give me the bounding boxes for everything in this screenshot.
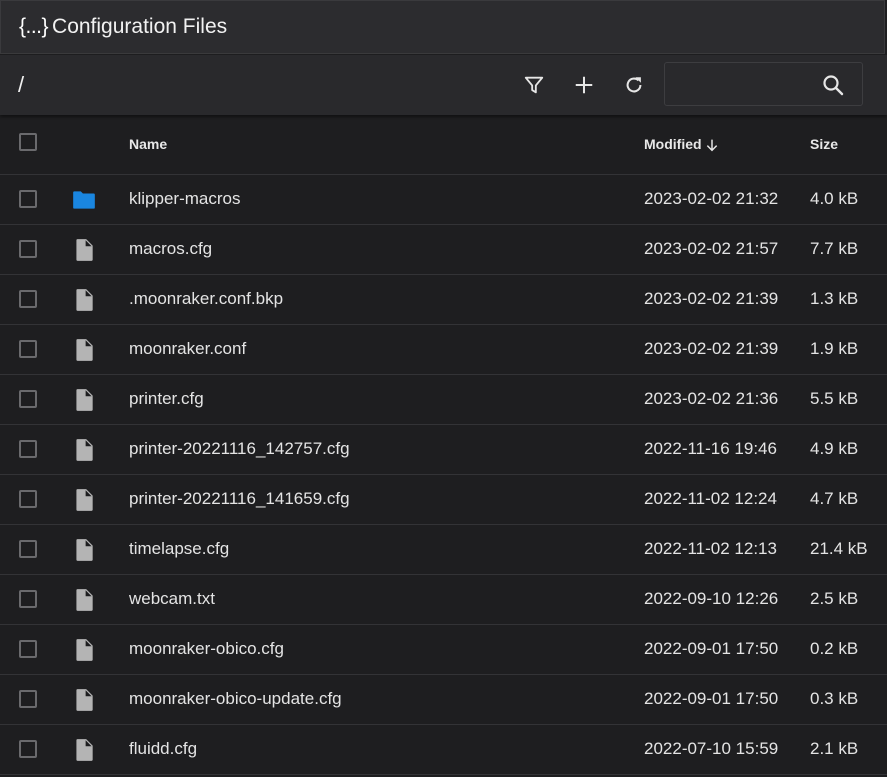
file-toolbar: / [0,55,887,115]
column-header-size[interactable]: Size [810,136,838,152]
arrow-down-icon [706,139,717,152]
file-icon [76,439,93,461]
modified-date: 2023-02-02 21:36 [644,389,779,408]
row-checkbox[interactable] [19,490,37,508]
row-checkbox[interactable] [19,440,37,458]
table-row[interactable]: .moonraker.conf.bkp 2023-02-02 21:39 1.3 k… [0,275,887,325]
file-size: 4.7 kB [810,489,859,508]
row-checkbox[interactable] [19,240,37,258]
row-checkbox[interactable] [19,390,37,408]
row-checkbox[interactable] [19,290,37,308]
current-path: / [18,72,25,97]
row-checkbox[interactable] [19,340,37,358]
row-checkbox[interactable] [19,690,37,708]
table-row[interactable]: moonraker.conf 2023-02-02 21:39 1.9 kB [0,325,887,375]
file-name[interactable]: timelapse.cfg [129,539,229,559]
file-name[interactable]: moonraker.conf [129,339,246,359]
table-header: Name Modified Size [0,116,887,175]
card-title-bar: {...} Configuration Files [0,0,885,54]
modified-date: 2022-09-01 17:50 [644,689,779,708]
file-table: Name Modified Size klipper-macros 2023-02… [0,116,887,775]
file-icon [76,589,93,611]
file-size: 1.9 kB [810,339,859,358]
plus-icon [575,76,593,94]
row-checkbox[interactable] [19,540,37,558]
modified-date: 2022-07-10 15:59 [644,739,779,758]
filter-button[interactable] [518,69,550,101]
file-size: 2.5 kB [810,589,859,608]
table-row[interactable]: timelapse.cfg 2022-11-02 12:13 21.4 kB [0,525,887,575]
column-header-modified[interactable]: Modified [644,136,720,153]
modified-date: 2022-11-02 12:13 [644,539,777,558]
file-name[interactable]: printer-20221116_141659.cfg [129,489,350,509]
modified-date: 2023-02-02 21:39 [644,289,779,308]
table-row[interactable]: moonraker-obico-update.cfg 2022-09-01 17:… [0,675,887,725]
file-size: 4.0 kB [810,189,859,208]
filter-icon [524,76,544,94]
modified-date: 2022-11-16 19:46 [644,439,777,458]
table-row[interactable]: klipper-macros 2023-02-02 21:32 4.0 kB [0,175,887,225]
table-row[interactable]: printer-20221116_141659.cfg 2022-11-02 12… [0,475,887,525]
search-icon[interactable] [821,73,845,97]
modified-date: 2023-02-02 21:57 [644,239,779,258]
file-size: 1.3 kB [810,289,859,308]
modified-date: 2022-11-02 12:24 [644,489,777,508]
file-icon [76,239,93,261]
file-size: 0.3 kB [810,689,859,708]
row-checkbox[interactable] [19,590,37,608]
table-row[interactable]: webcam.txt 2022-09-10 12:26 2.5 kB [0,575,887,625]
file-name[interactable]: printer.cfg [129,389,204,409]
file-icon [76,489,93,511]
file-size: 4.9 kB [810,439,859,458]
file-name[interactable]: webcam.txt [129,589,215,609]
code-braces-icon: {...} [19,15,49,38]
search-field [664,62,863,106]
row-checkbox[interactable] [19,740,37,758]
table-row[interactable]: macros.cfg 2023-02-02 21:57 7.7 kB [0,225,887,275]
file-name[interactable]: macros.cfg [129,239,212,259]
file-icon [76,739,93,761]
select-all-checkbox[interactable] [19,133,37,151]
file-name[interactable]: klipper-macros [129,189,240,209]
table-row[interactable]: fluidd.cfg 2022-07-10 15:59 2.1 kB [0,725,887,775]
table-body: klipper-macros 2023-02-02 21:32 4.0 kB macr… [0,175,887,775]
file-icon [76,689,93,711]
modified-date: 2023-02-02 21:39 [644,339,779,358]
file-icon [76,539,93,561]
table-row[interactable]: moonraker-obico.cfg 2022-09-01 17:50 0.2 k… [0,625,887,675]
file-icon [76,639,93,661]
file-name[interactable]: .moonraker.conf.bkp [129,289,283,309]
file-size: 7.7 kB [810,239,859,258]
modified-date: 2022-09-01 17:50 [644,639,779,658]
file-name[interactable]: printer-20221116_142757.cfg [129,439,350,459]
folder-icon [73,191,95,209]
file-icon [76,389,93,411]
modified-date: 2022-09-10 12:26 [644,589,779,608]
file-size: 5.5 kB [810,389,859,408]
file-name[interactable]: moonraker-obico-update.cfg [129,689,342,709]
table-row[interactable]: printer.cfg 2023-02-02 21:36 5.5 kB [0,375,887,425]
column-header-modified-label: Modified [644,136,702,152]
row-checkbox[interactable] [19,190,37,208]
table-row[interactable]: printer-20221116_142757.cfg 2022-11-16 19… [0,425,887,475]
file-size: 21.4 kB [810,539,868,558]
refresh-icon [626,77,642,93]
card-title: Configuration Files [52,15,228,38]
refresh-button[interactable] [618,69,650,101]
file-name[interactable]: moonraker-obico.cfg [129,639,284,659]
file-icon [76,339,93,361]
add-file-button[interactable] [568,69,600,101]
column-header-name[interactable]: Name [129,136,167,152]
row-checkbox[interactable] [19,640,37,658]
modified-date: 2023-02-02 21:32 [644,189,779,208]
file-name[interactable]: fluidd.cfg [129,739,197,759]
search-input[interactable] [673,69,817,101]
file-size: 0.2 kB [810,639,859,658]
file-size: 2.1 kB [810,739,859,758]
file-icon [76,289,93,311]
config-files-card: {...} Configuration Files / Name Modifie… [0,0,887,777]
